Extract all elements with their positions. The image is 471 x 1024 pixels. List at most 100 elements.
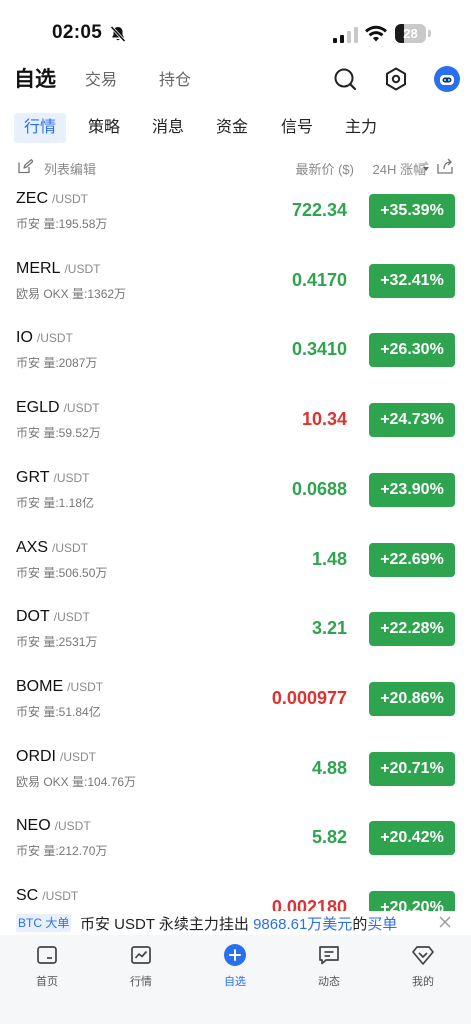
change-badge[interactable]: +23.90%: [369, 472, 455, 507]
symbol-label: ORDI: [16, 747, 56, 765]
quote-currency: /USDT: [36, 331, 73, 346]
quote-currency: /USDT: [52, 540, 89, 555]
exchange-volume: 欧易 OKX 量:1362万: [16, 286, 127, 301]
list-item[interactable]: SC/USDT 0.002180 +20.20%: [0, 877, 471, 912]
settings-hexagon-icon[interactable]: [383, 66, 409, 92]
edit-icon[interactable]: [18, 159, 33, 174]
list-item[interactable]: ZEC/USDT 币安 量:195.58万 722.34 +35.39%: [0, 180, 471, 250]
list-item[interactable]: BOME/USDT 币安 量:51.84亿 0.000977 +20.86%: [0, 668, 471, 738]
coin-symbol: ORDI/USDT: [16, 748, 96, 766]
coin-symbol: MERL/USDT: [16, 260, 100, 278]
coin-symbol: DOT/USDT: [16, 608, 90, 626]
subtab-market[interactable]: 行情: [14, 113, 67, 143]
quote-currency: /USDT: [53, 610, 90, 625]
tab-positions[interactable]: 持仓: [159, 66, 191, 90]
symbol-label: AXS: [16, 538, 49, 556]
nav-profile[interactable]: 我的: [393, 943, 453, 991]
last-price: 0.000977: [271, 687, 347, 708]
share-icon[interactable]: [437, 158, 453, 174]
bottom-nav: 首页 行情 自选 动态 我的: [0, 935, 471, 1024]
last-price: 5.82: [311, 827, 347, 848]
quote-currency: /USDT: [64, 261, 101, 276]
tab-trade[interactable]: 交易: [85, 66, 117, 90]
change-badge[interactable]: +20.86%: [369, 681, 455, 716]
message-icon: [319, 946, 339, 965]
avatar[interactable]: [434, 66, 460, 92]
subtab-whales[interactable]: 主力: [335, 113, 387, 143]
list-item[interactable]: AXS/USDT 币安 量:506.50万 1.48 +22.69%: [0, 529, 471, 599]
watchlist: ZEC/USDT 币安 量:195.58万 722.34 +35.39% MERL/US…: [0, 180, 471, 912]
quote-currency: /USDT: [42, 889, 79, 903]
list-item[interactable]: ORDI/USDT 欧易 OKX 量:104.76万 4.88 +20.71%: [0, 738, 471, 808]
exchange-volume: 币安 量:195.58万: [16, 217, 108, 231]
coin-symbol: IO/USDT: [16, 329, 73, 347]
change-badge[interactable]: +22.69%: [369, 542, 455, 577]
exchange-volume: 币安 量:506.50万: [16, 565, 108, 580]
symbol-label: EGLD: [16, 399, 60, 417]
quote-currency: /USDT: [54, 819, 91, 834]
subtab-funds[interactable]: 资金: [206, 113, 258, 143]
exchange-volume: 币安 量:212.70万: [16, 844, 108, 859]
ticker-text: 币安 USDT 永续主力挂出 9868.61万美元的买单: [80, 916, 398, 933]
subtab-signals[interactable]: 信号: [271, 113, 323, 143]
exchange-volume: 币安 量:2087万: [16, 356, 98, 371]
symbol-label: DOT: [16, 608, 50, 626]
coin-symbol: EGLD/USDT: [16, 399, 100, 417]
close-icon[interactable]: [438, 915, 452, 929]
coin-symbol: NEO/USDT: [16, 817, 91, 835]
list-item[interactable]: DOT/USDT 币安 量:2531万 3.21 +22.28%: [0, 598, 471, 668]
list-item[interactable]: NEO/USDT 币安 量:212.70万 5.82 +20.42%: [0, 807, 471, 877]
quote-currency: /USDT: [60, 749, 96, 764]
status-bar: 02:05 28: [0, 0, 471, 62]
change-badge[interactable]: +24.73%: [369, 403, 455, 438]
change-badge[interactable]: +20.20%: [369, 891, 455, 912]
battery-level: 28: [403, 26, 418, 41]
nav-feed[interactable]: 动态: [299, 943, 359, 991]
nav-home[interactable]: 首页: [17, 943, 77, 991]
tab-watchlist[interactable]: 自选: [14, 63, 56, 93]
last-price: 4.88: [311, 757, 347, 778]
change-badge[interactable]: +26.30%: [369, 333, 455, 368]
change-badge[interactable]: +20.42%: [369, 821, 455, 856]
last-price: 10.34: [301, 409, 347, 430]
price-column-header[interactable]: 最新价 ($): [295, 159, 354, 178]
symbol-label: GRT: [16, 468, 50, 486]
coin-symbol: AXS/USDT: [16, 539, 88, 557]
change-column-header[interactable]: 24H 涨幅: [373, 159, 426, 178]
subtab-news[interactable]: 消息: [142, 113, 194, 143]
change-badge[interactable]: +22.28%: [369, 612, 455, 647]
coin-symbol: GRT/USDT: [16, 469, 89, 487]
diamond-icon: [412, 946, 434, 965]
search-icon[interactable]: [332, 66, 358, 92]
symbol-label: ZEC: [16, 190, 48, 207]
change-badge[interactable]: +35.39%: [369, 194, 455, 228]
list-edit-button[interactable]: 列表编辑: [44, 159, 96, 178]
last-price: 3.21: [311, 618, 347, 639]
sort-icon[interactable]: [423, 161, 429, 171]
change-badge[interactable]: +32.41%: [369, 263, 455, 298]
symbol-label: IO: [16, 329, 33, 347]
exchange-volume: 币安 量:59.52万: [16, 426, 101, 441]
status-time: 02:05: [52, 22, 103, 43]
nav-market[interactable]: 行情: [111, 943, 171, 991]
exchange-volume: 欧易 OKX 量:104.76万: [16, 774, 137, 789]
list-item[interactable]: IO/USDT 币安 量:2087万 0.3410 +26.30%: [0, 319, 471, 389]
last-price: 0.0688: [291, 478, 347, 499]
subtab-strategy[interactable]: 策略: [78, 113, 130, 143]
coin-symbol: SC/USDT: [16, 887, 78, 905]
symbol-label: BOME: [16, 677, 64, 695]
quote-currency: /USDT: [67, 679, 104, 694]
symbol-label: SC: [16, 887, 39, 904]
exchange-volume: 币安 量:51.84亿: [16, 704, 101, 719]
last-price: 0.002180: [271, 897, 347, 912]
nav-watchlist[interactable]: 自选: [205, 943, 265, 991]
list-header: 列表编辑 最新价 ($) 24H 涨幅: [0, 152, 471, 182]
whale-alert-banner[interactable]: BTC 大单 币安 USDT 永续主力挂出 9868.61万美元的买单: [0, 911, 471, 935]
battery-icon: 28: [395, 24, 431, 43]
list-item[interactable]: GRT/USDT 币安 量:1.18亿 0.0688 +23.90%: [0, 459, 471, 529]
quote-currency: /USDT: [53, 470, 90, 485]
last-price: 722.34: [291, 200, 347, 220]
list-item[interactable]: MERL/USDT 欧易 OKX 量:1362万 0.4170 +32.41%: [0, 250, 471, 320]
change-badge[interactable]: +20.71%: [369, 751, 455, 786]
list-item[interactable]: EGLD/USDT 币安 量:59.52万 10.34 +24.73%: [0, 389, 471, 459]
